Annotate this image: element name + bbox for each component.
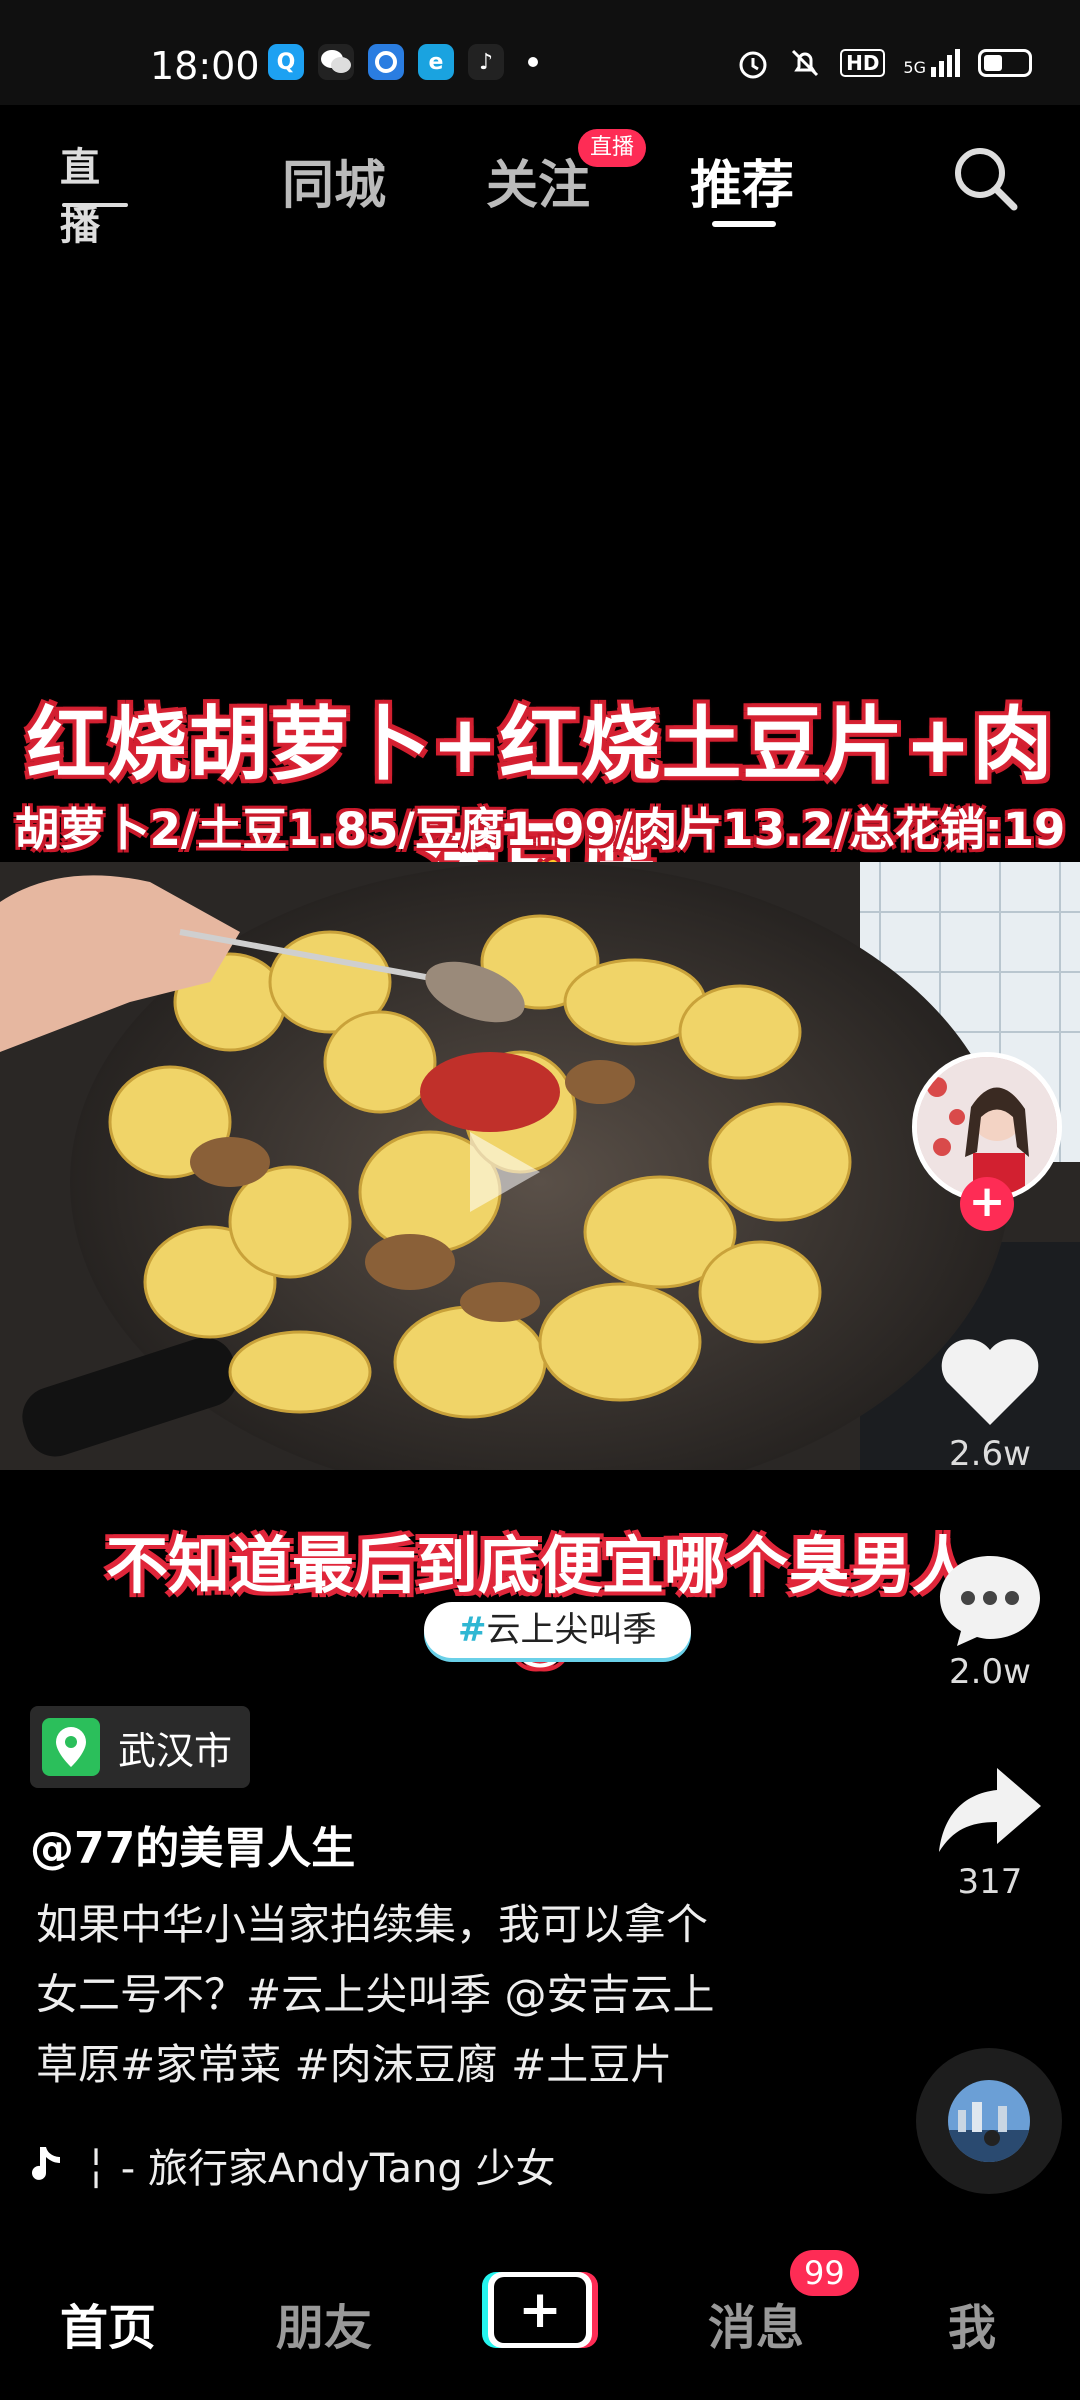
following-live-badge: 直播 [578,129,647,167]
author-name[interactable]: @77的美胃人生 [30,1812,355,1876]
share-count: 317 [957,1862,1023,1902]
share-icon [939,1768,1041,1852]
comment-icon [940,1556,1040,1646]
nav-messages[interactable]: 消息 [708,2288,804,2358]
live-button[interactable]: 直播 [60,135,130,249]
location-tag[interactable]: 武汉市 [30,1706,251,1788]
hashtag-pill[interactable]: #云上尖叫季 [424,1602,691,1658]
app-icon: e [418,44,454,80]
nav-home[interactable]: 首页 [60,2288,156,2358]
tab-following[interactable]: 关注 [486,143,590,218]
music-title: ╎ - 旅行家AndyTang 少女 [84,2146,556,2192]
music-note-icon [32,2147,60,2180]
music-cover [948,2080,1030,2162]
tab-recommend[interactable]: 推荐 [690,143,794,218]
search-icon [955,148,1018,211]
share-button[interactable]: 317 [925,1762,1055,1902]
more-notifications-dot [528,57,538,67]
description-line: 如果中华小当家拍续集，我可以拿个 [36,1900,709,1949]
hd-icon: HD [840,49,886,77]
qq-icon: Q [268,44,304,80]
comment-button[interactable]: 2.0w [925,1548,1055,1692]
description-line: 草原#家常菜 #肉沫豆腐 #土豆片 [36,2040,673,2089]
heart-icon [941,1339,1039,1425]
douyin-icon: ♪ [468,44,504,80]
follow-button[interactable]: + [960,1177,1014,1231]
active-tab-indicator [712,221,776,227]
status-bar: 18:00 Q e ♪ HD 5G [0,0,1080,105]
location-pin-icon [42,1718,100,1776]
search-button[interactable] [950,143,1020,213]
status-time: 18:00 [150,44,260,88]
hashtag-text: 云上尖叫季 [486,1610,657,1650]
live-icon-label: 直播 [60,145,100,249]
mute-bell-icon [792,49,819,77]
battery-icon [978,49,1032,77]
description-line: 女二号不？#云上尖叫季 @安吉云上 [36,1970,715,2019]
like-count: 2.6w [949,1434,1031,1474]
music-info[interactable]: ╎ - 旅行家AndyTang 少女 [30,2136,556,2194]
video-description[interactable]: 如果中华小当家拍续集，我可以拿个 女二号不？#云上尖叫季 @安吉云上 草原#家常… [36,1890,796,2100]
notification-icons: Q e ♪ [268,44,538,80]
top-nav: 直播 同城 关注 直播 推荐 [0,105,1080,249]
create-button[interactable]: + [482,2272,598,2348]
messages-badge: 99 [790,2250,859,2296]
wechat-icon [318,44,354,80]
video-frame-image [0,862,1080,1470]
status-right: HD 5G [736,46,1032,80]
nav-me[interactable]: 我 [948,2288,996,2358]
video-player[interactable] [0,862,1080,1470]
comment-count: 2.0w [949,1652,1031,1692]
alarm-icon [739,51,767,79]
hashtag-symbol: # [458,1610,487,1650]
location-name: 武汉市 [118,1728,233,1773]
browser-icon [368,44,404,80]
signal-icon: 5G [903,49,960,77]
bottom-nav: 首页 朋友 + 消息 我 [0,2250,1080,2400]
tab-nearby[interactable]: 同城 [282,143,386,218]
like-button[interactable]: 2.6w [925,1330,1055,1474]
nav-friends[interactable]: 朋友 [276,2288,372,2358]
plus-icon: + [494,2277,586,2343]
music-disc-button[interactable] [916,2048,1062,2194]
